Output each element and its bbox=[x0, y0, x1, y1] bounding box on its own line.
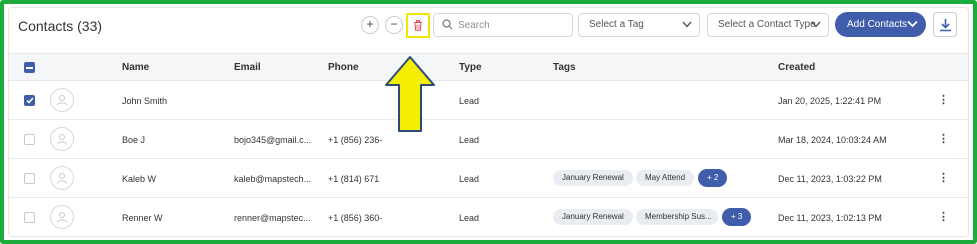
chevron-down-icon bbox=[682, 21, 692, 28]
contact-email: kaleb@mapstech... bbox=[234, 174, 312, 184]
contact-type-select[interactable]: Select a Contact Type bbox=[707, 13, 829, 37]
tag-chip[interactable]: January Renewal bbox=[553, 170, 633, 186]
row-checkbox[interactable] bbox=[24, 95, 35, 106]
trash-icon bbox=[414, 20, 422, 31]
check-icon bbox=[25, 97, 34, 104]
column-header-phone[interactable]: Phone bbox=[328, 62, 359, 73]
contact-type: Lead bbox=[459, 213, 480, 223]
avatar bbox=[50, 166, 74, 190]
download-button[interactable] bbox=[933, 12, 957, 37]
avatar bbox=[50, 127, 74, 151]
user-avatar-icon bbox=[57, 134, 67, 145]
row-checkbox[interactable] bbox=[24, 212, 35, 223]
avatar bbox=[50, 205, 74, 229]
column-header-name[interactable]: Name bbox=[122, 62, 149, 73]
add-icon-button[interactable]: + bbox=[361, 16, 379, 34]
contact-type: Lead bbox=[459, 96, 480, 106]
table-row[interactable]: John Smith Lead Jan 20, 2025, 1:22:41 PM… bbox=[9, 81, 968, 120]
contact-email: renner@mapstec... bbox=[234, 213, 311, 223]
table-row[interactable]: Boe J bojo345@gmail.c... +1 (856) 236- L… bbox=[9, 120, 968, 159]
contact-name[interactable]: Boe J bbox=[122, 135, 145, 145]
column-header-email[interactable]: Email bbox=[234, 62, 261, 73]
contact-phone: +1 (856) 360- bbox=[328, 213, 383, 223]
row-checkbox[interactable] bbox=[24, 173, 35, 184]
contact-type-select-label: Select a Contact Type bbox=[718, 19, 816, 30]
contact-name[interactable]: Kaleb W bbox=[122, 174, 156, 184]
more-vertical-icon[interactable]: ⋮ bbox=[938, 95, 949, 106]
contacts-toolbar: Contacts (33) + − Select a Tag Sele bbox=[9, 8, 968, 48]
column-header-type[interactable]: Type bbox=[459, 62, 482, 73]
page-title: Contacts (33) bbox=[18, 18, 103, 34]
remove-icon-button[interactable]: − bbox=[385, 16, 403, 34]
more-vertical-icon[interactable]: ⋮ bbox=[938, 173, 949, 184]
tag-select[interactable]: Select a Tag bbox=[578, 13, 700, 37]
column-header-created[interactable]: Created bbox=[778, 62, 815, 73]
created-date: Jan 20, 2025, 1:22:41 PM bbox=[778, 96, 882, 106]
tag-select-label: Select a Tag bbox=[589, 19, 644, 30]
contact-type: Lead bbox=[459, 174, 480, 184]
select-all-checkbox[interactable] bbox=[24, 62, 35, 73]
search-icon bbox=[442, 19, 453, 30]
table-header: Name Email Phone Type Tags Created bbox=[9, 53, 968, 81]
contact-name[interactable]: Renner W bbox=[122, 213, 163, 223]
row-checkbox[interactable] bbox=[24, 134, 35, 145]
arrow-up-annotation bbox=[385, 56, 435, 132]
contact-name[interactable]: John Smith bbox=[122, 96, 167, 106]
chevron-down-icon bbox=[907, 20, 918, 28]
contact-type: Lead bbox=[459, 135, 480, 145]
created-date: Dec 11, 2023, 1:03:22 PM bbox=[778, 174, 882, 184]
user-avatar-icon bbox=[57, 212, 67, 223]
download-icon bbox=[939, 18, 951, 31]
chevron-down-icon bbox=[811, 21, 821, 28]
avatar bbox=[50, 88, 74, 112]
more-tags-chip[interactable]: + 2 bbox=[698, 169, 728, 187]
more-vertical-icon[interactable]: ⋮ bbox=[938, 212, 949, 223]
add-contacts-button[interactable]: Add Contacts bbox=[835, 12, 926, 37]
user-avatar-icon bbox=[57, 173, 67, 184]
tag-chip[interactable]: May Attend bbox=[636, 170, 695, 186]
minus-icon bbox=[26, 66, 33, 69]
created-date: Mar 18, 2024, 10:03:24 AM bbox=[778, 135, 887, 145]
delete-button[interactable] bbox=[406, 13, 430, 38]
more-vertical-icon[interactable]: ⋮ bbox=[938, 134, 949, 145]
search-input[interactable] bbox=[458, 16, 568, 34]
tag-chip[interactable]: January Renewal bbox=[553, 209, 633, 225]
user-avatar-icon bbox=[57, 95, 67, 106]
contacts-panel: Contacts (33) + − Select a Tag Sele bbox=[8, 7, 969, 237]
column-header-tags[interactable]: Tags bbox=[553, 62, 576, 73]
table-row[interactable]: Renner W renner@mapstec... +1 (856) 360-… bbox=[9, 198, 968, 236]
search-box[interactable] bbox=[433, 13, 573, 37]
table-row[interactable]: Kaleb W kaleb@mapstech... +1 (814) 671 L… bbox=[9, 159, 968, 198]
contact-phone: +1 (856) 236- bbox=[328, 135, 383, 145]
contact-phone: +1 (814) 671 bbox=[328, 174, 380, 184]
add-contacts-label: Add Contacts bbox=[847, 19, 908, 30]
created-date: Dec 11, 2023, 1:02:13 PM bbox=[778, 213, 882, 223]
more-tags-chip[interactable]: + 3 bbox=[722, 208, 752, 226]
contact-email: bojo345@gmail.c... bbox=[234, 135, 312, 145]
tag-chip[interactable]: Membership Sus... bbox=[636, 209, 718, 225]
